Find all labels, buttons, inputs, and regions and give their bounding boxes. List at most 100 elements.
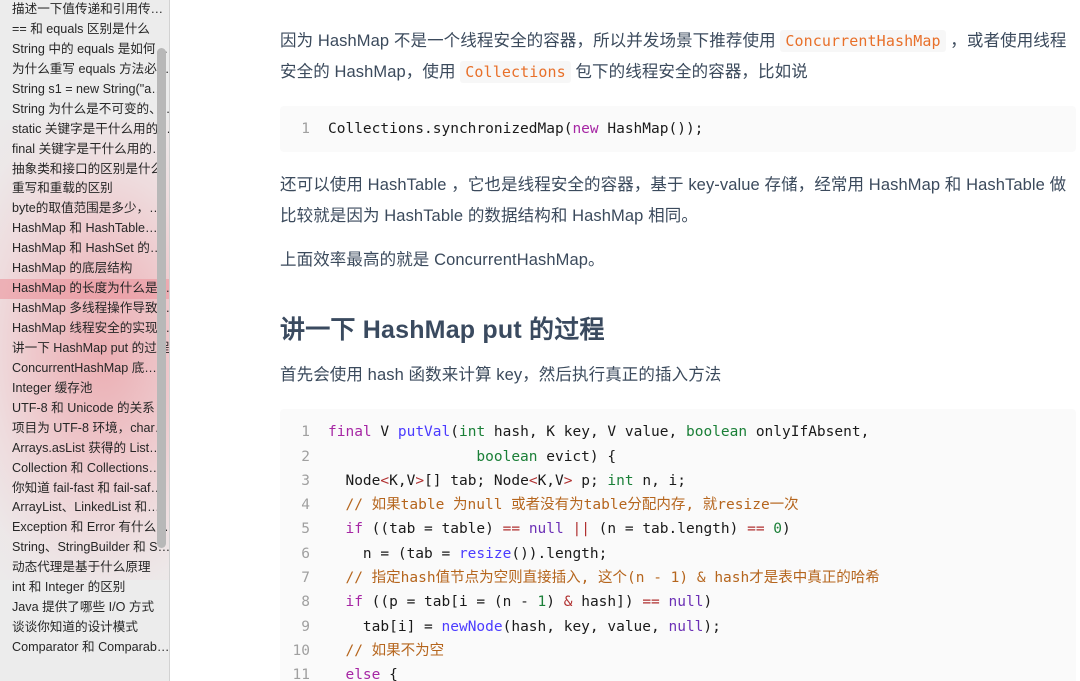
sidebar-item-label: 为什么重写 equals 方法必… <box>12 61 170 76</box>
sidebar-item[interactable]: 你知道 fail-fast 和 fail-saf… <box>0 479 170 499</box>
sidebar-item[interactable]: Integer 缓存池 <box>0 379 170 399</box>
sidebar-item[interactable]: ArrayList、LinkedList 和… <box>0 498 170 518</box>
sidebar-item-label: String、StringBuilder 和 S… <box>12 540 170 555</box>
code-line: 7 // 指定hash值节点为空则直接插入, 这个(n - 1) & hash才… <box>280 566 1076 590</box>
sidebar-item-label: final 关键字是干什么用的… <box>12 141 165 156</box>
sidebar-item-label: String s1 = new String("a… <box>12 81 164 96</box>
sidebar-item[interactable]: 谈谈你知道的设计模式 <box>0 618 170 638</box>
sidebar-item-label: 谈谈你知道的设计模式 <box>12 620 138 635</box>
code-line-number: 7 <box>301 570 310 587</box>
sidebar-item-label: String 中的 equals 是如何… <box>12 41 169 56</box>
code-line-text: tab[i] = newNode(hash, key, value, null)… <box>328 618 721 635</box>
code-line: 1 Collections.synchronizedMap(new HashMap… <box>280 117 1076 141</box>
sidebar-item-label: 项目为 UTF-8 环境，char… <box>12 420 168 435</box>
content-left-gutter <box>170 0 280 681</box>
sidebar-item-label: static 关键字是干什么用的… <box>12 121 170 136</box>
code-line-text: if ((tab = table) == null || (n = tab.le… <box>345 521 791 538</box>
sidebar-item-label: 讲一下 HashMap put 的过程 <box>12 340 170 355</box>
sidebar-item-label: byte的取值范围是多少，… <box>12 201 162 216</box>
code-line-number: 8 <box>301 594 310 611</box>
paragraph-text-seg3: 包下的线程安全的容器，比如说 <box>570 63 808 81</box>
code-line-text: Collections.synchronizedMap(new HashMap(… <box>328 121 704 137</box>
sidebar-item[interactable]: String 为什么是不可变的、… <box>0 100 170 120</box>
code-line-text: boolean evict) { <box>476 448 617 465</box>
sidebar-item-label: int 和 Integer 的区别 <box>12 580 126 595</box>
sidebar-item[interactable]: ConcurrentHashMap 底… <box>0 359 170 379</box>
sidebar-item[interactable]: HashMap 和 HashSet 的… <box>0 239 170 259</box>
sidebar-item[interactable]: final 关键字是干什么用的… <box>0 140 170 160</box>
inline-code-concurrenthashmap: ConcurrentHashMap <box>780 30 946 52</box>
sidebar-item[interactable]: static 关键字是干什么用的… <box>0 120 170 140</box>
sidebar-item-label: HashMap 的底层结构 <box>12 261 133 276</box>
code-block-putval[interactable]: 1 final V putVal(int hash, K key, V value… <box>280 409 1076 681</box>
sidebar-item-label: ArrayList、LinkedList 和… <box>12 500 160 515</box>
sidebar-item[interactable]: 项目为 UTF-8 环境，char… <box>0 419 170 439</box>
code-line: 3 Node<K,V>[] tab; Node<K,V> p; int n, i… <box>280 469 1076 493</box>
code-line-number: 9 <box>301 618 310 635</box>
sidebar-item[interactable]: 重写和重载的区别 <box>0 179 170 199</box>
code-block-synchronized-map[interactable]: 1 Collections.synchronizedMap(new HashMap… <box>280 106 1076 153</box>
sidebar-item[interactable]: 抽象类和接口的区别是什么 <box>0 160 170 180</box>
sidebar-item-label: 你知道 fail-fast 和 fail-saf… <box>12 480 164 495</box>
sidebar-item[interactable]: String、StringBuilder 和 S… <box>0 538 170 558</box>
sidebar-item-label: HashMap 和 HashTable… <box>12 221 158 236</box>
code-line-text: // 如果table 为null 或者没有为table分配内存, 就resize… <box>345 497 799 514</box>
sidebar-item[interactable]: HashMap 的底层结构 <box>0 259 170 279</box>
sidebar-item[interactable]: byte的取值范围是多少，… <box>0 199 170 219</box>
sidebar-item-label: ConcurrentHashMap 底… <box>12 360 157 375</box>
code-line-number: 2 <box>301 448 310 465</box>
code-line: 5 if ((tab = table) == null || (n = tab.… <box>280 517 1076 541</box>
sidebar-item[interactable]: String 中的 equals 是如何… <box>0 40 170 60</box>
sidebar-item[interactable]: String s1 = new String("a… <box>0 80 170 100</box>
sidebar-item-label: HashMap 多线程操作导致… <box>12 301 170 316</box>
sidebar-item[interactable]: UTF-8 和 Unicode 的关系 <box>0 399 170 419</box>
sidebar-item-label: Arrays.asList 获得的 List… <box>12 440 162 455</box>
paragraph-hash-function: 首先会使用 hash 函数来计算 key，然后执行真正的插入方法 <box>280 366 722 385</box>
sidebar-item[interactable]: Collection 和 Collections… <box>0 459 170 479</box>
code-line-text: // 如果不为空 <box>345 642 445 659</box>
code-line-text: final V putVal(int hash, K key, V value,… <box>328 424 870 441</box>
article-content: HashMap 线程安全的实现方法有哪些 因为 HashMap 不是一个线程安全… <box>280 0 1080 681</box>
sidebar-item[interactable]: HashMap 的长度为什么是… <box>0 279 170 300</box>
sidebar-item-label: 动态代理是基于什么原理 <box>12 560 151 575</box>
sidebar-item[interactable]: Java 提供了哪些 I/O 方式 <box>0 598 170 618</box>
sidebar-item[interactable]: int 和 Integer 的区别 <box>0 578 170 598</box>
code-line-number: 4 <box>301 497 310 514</box>
sidebar-item-label: UTF-8 和 Unicode 的关系 <box>12 400 155 415</box>
code-line-text: else { <box>345 667 398 681</box>
sidebar-item[interactable]: Comparator 和 Comparab… <box>0 638 170 658</box>
code-line: 6 n = (tab = resize()).length; <box>280 542 1076 566</box>
sidebar-item-label: 描述一下值传递和引用传… <box>12 2 164 16</box>
sidebar-item-label: == 和 equals 区别是什么 <box>12 21 150 36</box>
sidebar-divider <box>169 0 170 681</box>
sidebar-item-label: 重写和重载的区别 <box>12 181 113 196</box>
code-line-number: 1 <box>301 424 310 441</box>
sidebar-item[interactable]: Exception 和 Error 有什么… <box>0 518 170 538</box>
code-line-number: 10 <box>292 642 310 659</box>
sidebar-item[interactable]: 讲一下 HashMap put 的过程 <box>0 339 170 359</box>
code-line-text: Node<K,V>[] tab; Node<K,V> p; int n, i; <box>328 472 687 489</box>
sidebar-item[interactable]: Arrays.asList 获得的 List… <box>0 439 170 459</box>
sidebar-scrollbar-track[interactable] <box>157 0 166 681</box>
sidebar-scrollbar-thumb[interactable] <box>157 48 166 548</box>
sidebar-item[interactable]: HashMap 线程安全的实现… <box>0 319 170 339</box>
sidebar-item[interactable]: 动态代理是基于什么原理 <box>0 558 170 578</box>
sidebar-item-label: String 为什么是不可变的、… <box>12 101 170 116</box>
sidebar-item[interactable]: HashMap 和 HashTable… <box>0 219 170 239</box>
sidebar-item-label: HashMap 和 HashSet 的… <box>12 241 163 256</box>
code-line-text: if ((p = tab[i = (n - 1) & hash]) == nul… <box>345 594 713 611</box>
code-line-text: n = (tab = resize()).length; <box>328 545 608 562</box>
code-line-text: // 指定hash值节点为空则直接插入, 这个(n - 1) & hash才是表… <box>345 570 880 587</box>
sidebar-item-label: Integer 缓存池 <box>12 380 93 395</box>
page-title-put-process: 讲一下 HashMap put 的过程 <box>280 316 605 345</box>
sidebar-item[interactable]: HashMap 多线程操作导致… <box>0 299 170 319</box>
sidebar-item-label: Collection 和 Collections… <box>12 460 162 475</box>
paragraph-efficiency: 上面效率最高的就是 ConcurrentHashMap。 <box>280 251 605 270</box>
code-line-number: 5 <box>301 521 310 538</box>
sidebar-item[interactable]: == 和 equals 区别是什么 <box>0 20 170 40</box>
sidebar-item-list: 描述一下值传递和引用传… == 和 equals 区别是什么 String 中的 e… <box>0 0 170 658</box>
sidebar: 描述一下值传递和引用传… == 和 equals 区别是什么 String 中的 e… <box>0 0 170 681</box>
sidebar-item[interactable]: 描述一下值传递和引用传… <box>0 0 170 20</box>
code-line-number: 11 <box>292 667 310 681</box>
sidebar-item[interactable]: 为什么重写 equals 方法必… <box>0 60 170 80</box>
